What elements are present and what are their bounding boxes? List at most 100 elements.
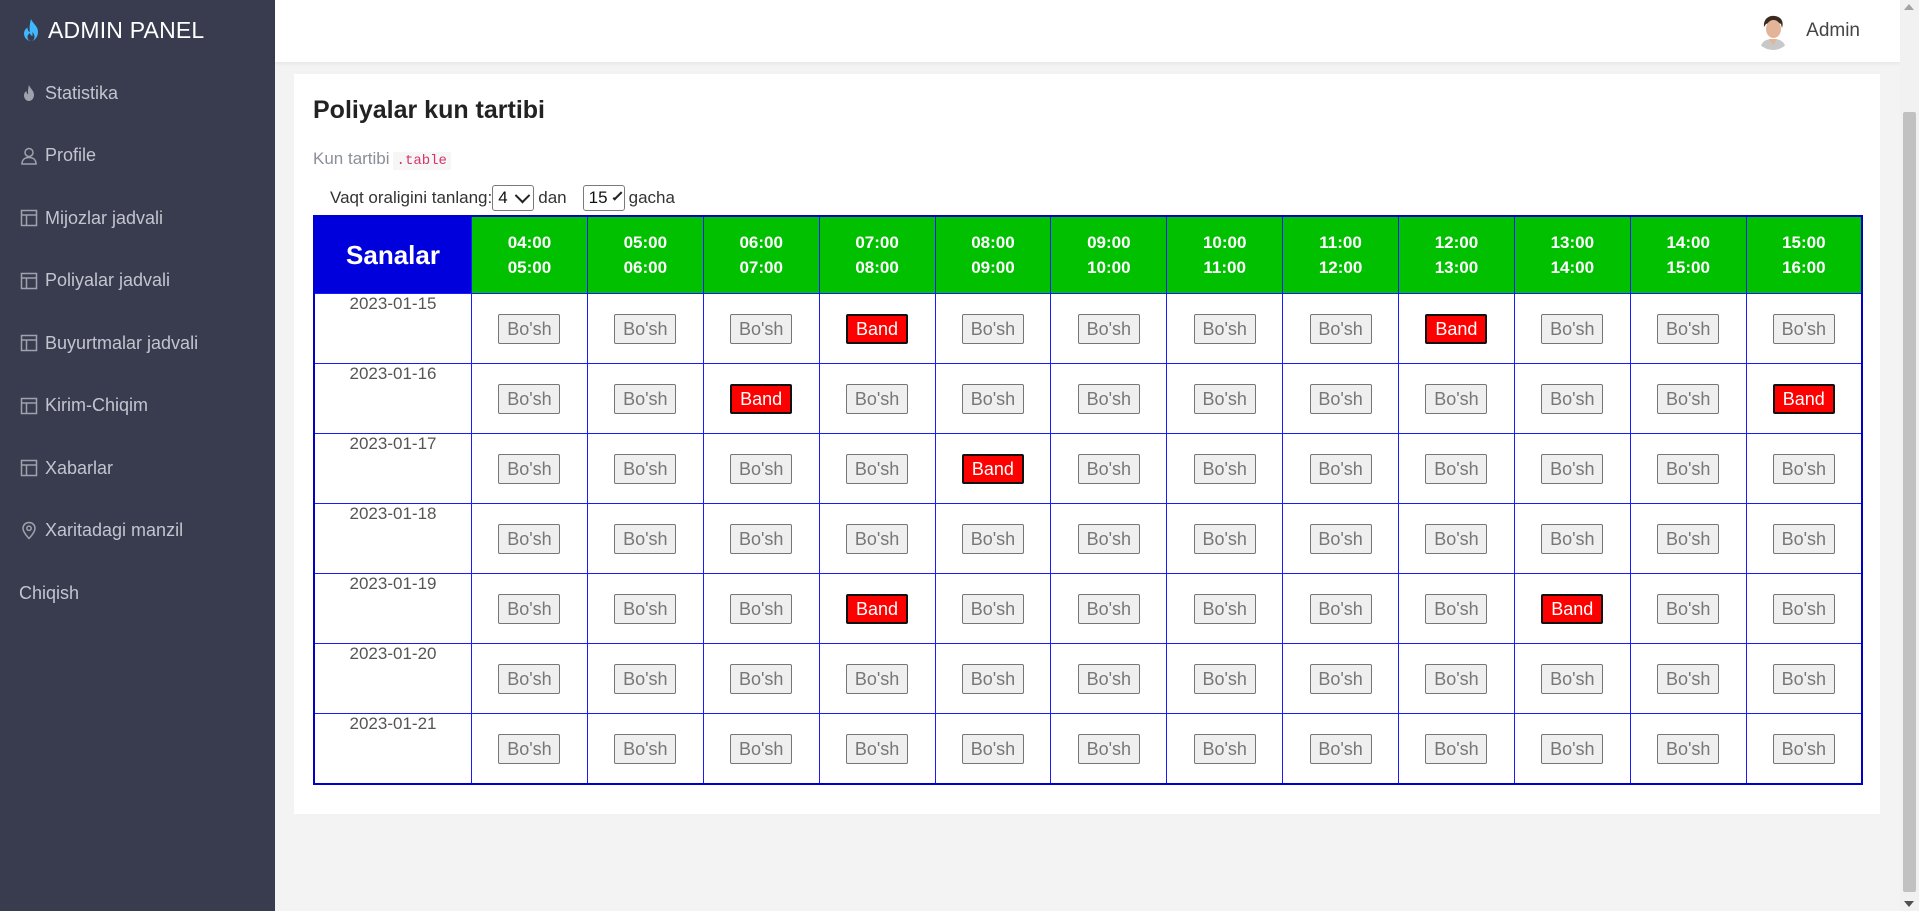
sidebar-item-profile[interactable]: Profile xyxy=(0,125,275,188)
sidebar-item-mijozlar-jadvali[interactable]: Mijozlar jadvali xyxy=(0,187,275,250)
slot-free-button[interactable]: Bo'sh xyxy=(1772,523,1835,554)
slot-free-button[interactable]: Bo'sh xyxy=(846,663,909,694)
slot-free-button[interactable]: Bo'sh xyxy=(614,663,677,694)
slot-free-button[interactable]: Bo'sh xyxy=(730,663,793,694)
slot-free-button[interactable]: Bo'sh xyxy=(498,523,561,554)
sidebar-item-xabarlar[interactable]: Xabarlar xyxy=(0,437,275,500)
slot-free-button[interactable]: Bo'sh xyxy=(1309,663,1372,694)
slot-free-button[interactable]: Bo'sh xyxy=(1772,733,1835,764)
brand[interactable]: ADMIN PANEL xyxy=(0,0,275,60)
slot-free-button[interactable]: Bo'sh xyxy=(730,523,793,554)
scroll-down-arrow-icon[interactable] xyxy=(1904,901,1914,907)
slot-free-button[interactable]: Bo'sh xyxy=(1772,453,1835,484)
slot-free-button[interactable]: Bo'sh xyxy=(614,453,677,484)
slot-free-button[interactable]: Bo'sh xyxy=(1772,313,1835,344)
slot-free-button[interactable]: Bo'sh xyxy=(961,383,1024,414)
user-menu[interactable]: Admin xyxy=(1754,0,1860,62)
slot-free-button[interactable]: Bo'sh xyxy=(730,313,793,344)
slot-free-button[interactable]: Bo'sh xyxy=(1193,383,1256,414)
slot-free-button[interactable]: Bo'sh xyxy=(1425,523,1488,554)
slot-free-button[interactable]: Bo'sh xyxy=(1309,733,1372,764)
slot-free-button[interactable]: Bo'sh xyxy=(1425,663,1488,694)
to-hour-select[interactable]: 15 xyxy=(582,185,625,211)
slot-free-button[interactable]: Bo'sh xyxy=(1077,663,1140,694)
slot-free-button[interactable]: Bo'sh xyxy=(1541,733,1604,764)
slot-busy-button[interactable]: Band xyxy=(961,453,1024,484)
slot-free-button[interactable]: Bo'sh xyxy=(1193,593,1256,624)
slot-free-button[interactable]: Bo'sh xyxy=(961,733,1024,764)
slot-free-button[interactable]: Bo'sh xyxy=(614,523,677,554)
slot-free-button[interactable]: Bo'sh xyxy=(1309,313,1372,344)
slot-free-button[interactable]: Bo'sh xyxy=(614,593,677,624)
sidebar-item-kirim-chiqim[interactable]: Kirim-Chiqim xyxy=(0,375,275,438)
slot-busy-button[interactable]: Band xyxy=(846,593,909,624)
slot-free-button[interactable]: Bo'sh xyxy=(1077,453,1140,484)
slot-free-button[interactable]: Bo'sh xyxy=(498,453,561,484)
slot-free-button[interactable]: Bo'sh xyxy=(1309,593,1372,624)
slot-free-button[interactable]: Bo'sh xyxy=(1772,663,1835,694)
scroll-thumb[interactable] xyxy=(1903,112,1916,892)
slot-free-button[interactable]: Bo'sh xyxy=(1193,313,1256,344)
slot-free-button[interactable]: Bo'sh xyxy=(1541,453,1604,484)
sidebar-item-statistika[interactable]: Statistika xyxy=(0,62,275,125)
slot-free-button[interactable]: Bo'sh xyxy=(1657,453,1720,484)
slot-free-button[interactable]: Bo'sh xyxy=(1541,383,1604,414)
slot-free-button[interactable]: Bo'sh xyxy=(1772,593,1835,624)
slot-busy-button[interactable]: Band xyxy=(1772,383,1835,414)
slot-free-button[interactable]: Bo'sh xyxy=(1541,523,1604,554)
slot-free-button[interactable]: Bo'sh xyxy=(498,313,561,344)
slot-free-button[interactable]: Bo'sh xyxy=(1657,733,1720,764)
slot-free-button[interactable]: Bo'sh xyxy=(1193,523,1256,554)
slot-free-button[interactable]: Bo'sh xyxy=(498,593,561,624)
slot-free-button[interactable]: Bo'sh xyxy=(1657,383,1720,414)
slot-free-button[interactable]: Bo'sh xyxy=(1077,313,1140,344)
slot-free-button[interactable]: Bo'sh xyxy=(498,663,561,694)
slot-free-button[interactable]: Bo'sh xyxy=(1077,593,1140,624)
slot-free-button[interactable]: Bo'sh xyxy=(961,313,1024,344)
scroll-up-arrow-icon[interactable] xyxy=(1904,4,1914,10)
slot-free-button[interactable]: Bo'sh xyxy=(1425,383,1488,414)
slot-free-button[interactable]: Bo'sh xyxy=(498,383,561,414)
sidebar-item-poliyalar-jadvali[interactable]: Poliyalar jadvali xyxy=(0,250,275,313)
slot-free-button[interactable]: Bo'sh xyxy=(614,313,677,344)
slot-free-button[interactable]: Bo'sh xyxy=(1193,733,1256,764)
slot-free-button[interactable]: Bo'sh xyxy=(1077,383,1140,414)
slot-free-button[interactable]: Bo'sh xyxy=(730,453,793,484)
slot-busy-button[interactable]: Band xyxy=(1541,593,1604,624)
slot-free-button[interactable]: Bo'sh xyxy=(1425,453,1488,484)
slot-free-button[interactable]: Bo'sh xyxy=(730,733,793,764)
slot-free-button[interactable]: Bo'sh xyxy=(1657,313,1720,344)
slot-free-button[interactable]: Bo'sh xyxy=(1193,663,1256,694)
slot-free-button[interactable]: Bo'sh xyxy=(1657,663,1720,694)
slot-free-button[interactable]: Bo'sh xyxy=(1309,453,1372,484)
slot-busy-button[interactable]: Band xyxy=(730,383,793,414)
slot-free-button[interactable]: Bo'sh xyxy=(961,593,1024,624)
slot-free-button[interactable]: Bo'sh xyxy=(846,383,909,414)
slot-free-button[interactable]: Bo'sh xyxy=(1657,593,1720,624)
slot-free-button[interactable]: Bo'sh xyxy=(846,523,909,554)
slot-free-button[interactable]: Bo'sh xyxy=(1425,593,1488,624)
slot-busy-button[interactable]: Band xyxy=(1425,313,1488,344)
slot-free-button[interactable]: Bo'sh xyxy=(846,453,909,484)
slot-free-button[interactable]: Bo'sh xyxy=(961,523,1024,554)
from-hour-select[interactable]: 4 xyxy=(492,185,535,211)
slot-free-button[interactable]: Bo'sh xyxy=(1077,523,1140,554)
sidebar-item-chiqish[interactable]: Chiqish xyxy=(0,562,275,625)
slot-free-button[interactable]: Bo'sh xyxy=(614,383,677,414)
slot-free-button[interactable]: Bo'sh xyxy=(846,733,909,764)
slot-free-button[interactable]: Bo'sh xyxy=(1541,313,1604,344)
slot-free-button[interactable]: Bo'sh xyxy=(961,663,1024,694)
slot-free-button[interactable]: Bo'sh xyxy=(1309,383,1372,414)
page-scrollbar[interactable] xyxy=(1900,0,1919,911)
slot-free-button[interactable]: Bo'sh xyxy=(730,593,793,624)
slot-free-button[interactable]: Bo'sh xyxy=(1077,733,1140,764)
sidebar-item-buyurtmalar-jadvali[interactable]: Buyurtmalar jadvali xyxy=(0,312,275,375)
slot-free-button[interactable]: Bo'sh xyxy=(1193,453,1256,484)
slot-free-button[interactable]: Bo'sh xyxy=(1309,523,1372,554)
sidebar-item-xaritadagi-manzil[interactable]: Xaritadagi manzil xyxy=(0,500,275,563)
slot-free-button[interactable]: Bo'sh xyxy=(1425,733,1488,764)
slot-free-button[interactable]: Bo'sh xyxy=(1657,523,1720,554)
slot-free-button[interactable]: Bo'sh xyxy=(614,733,677,764)
slot-free-button[interactable]: Bo'sh xyxy=(1541,663,1604,694)
slot-busy-button[interactable]: Band xyxy=(846,313,909,344)
